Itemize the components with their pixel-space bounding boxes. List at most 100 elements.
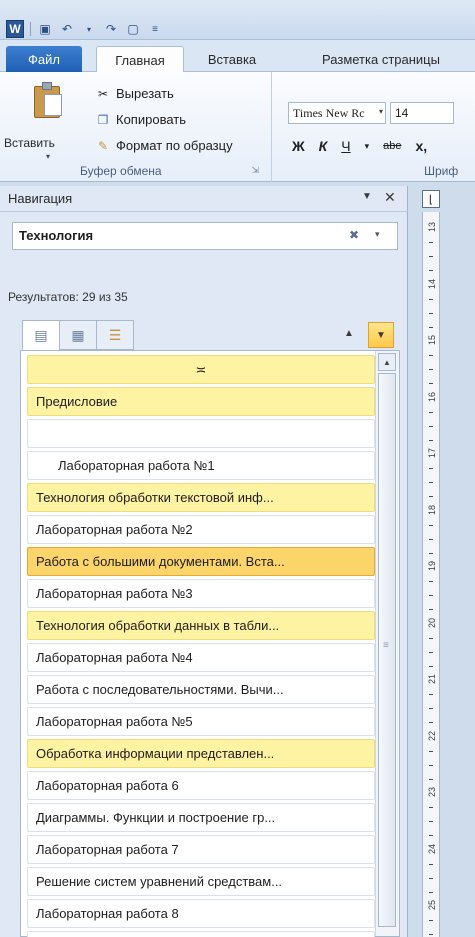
ruler-tick — [429, 637, 433, 639]
ruler-tick — [429, 355, 433, 357]
redo-icon[interactable]: ↷ — [103, 21, 119, 37]
copy-label: Копировать — [116, 112, 186, 127]
heading-item[interactable]: Решение систем уравнений средствам... — [27, 867, 375, 896]
ruler-tick — [429, 708, 433, 710]
paste-icon[interactable] — [34, 82, 64, 118]
search-query: Технология — [19, 228, 94, 243]
search-options-icon[interactable]: ▾ — [375, 229, 380, 240]
ruler-tick — [429, 694, 433, 696]
ruler-tick — [429, 312, 433, 314]
customize-toolbar-icon[interactable]: ≡ — [147, 21, 163, 37]
title-bar: W ▣ ↶ ▾ ↷ ▢ ≡ — [0, 0, 475, 40]
underline-button[interactable]: Ч — [341, 138, 350, 154]
close-icon[interactable]: ✕ — [384, 189, 396, 206]
heading-item[interactable]: Предисловие — [27, 387, 375, 416]
dialog-launcher-icon[interactable]: ⇲ — [251, 165, 259, 176]
underline-dropdown-icon[interactable]: ▾ — [365, 141, 370, 152]
next-result-icon[interactable]: ▼ — [368, 322, 394, 348]
heading-item[interactable]: Лабораторная работа №2 — [27, 515, 375, 544]
nav-search-input[interactable]: Технология ✖ ▾ — [12, 222, 398, 250]
tab-file[interactable]: Файл — [6, 46, 82, 72]
vertical-ruler: ⌊ 13 14 15 16 17 18 19 20 21 22 23 24 25 — [410, 186, 475, 937]
heading-item[interactable]: Лабораторная работа 6 — [27, 771, 375, 800]
ruler-tick — [429, 256, 433, 258]
cut-button[interactable]: ✂ Вырезать — [96, 86, 174, 101]
tab-selector-icon[interactable]: ⌊ — [422, 190, 440, 208]
heading-item[interactable]: ≍ — [27, 355, 375, 384]
pages-icon: ▦ — [71, 326, 85, 343]
tab-insert[interactable]: Вставка — [196, 46, 268, 72]
paste-dropdown-icon[interactable]: ▾ — [46, 152, 50, 161]
separator — [30, 22, 31, 36]
new-document-icon[interactable]: ▢ — [125, 21, 141, 37]
ruler-tick — [429, 651, 433, 653]
strikethrough-button[interactable]: abe — [383, 140, 401, 152]
heading-item[interactable]: Обработка информации представлен... — [27, 739, 375, 768]
ruler-tick — [429, 538, 433, 540]
ruler-tick — [429, 891, 433, 893]
word-app-icon[interactable]: W — [6, 20, 24, 38]
format-painter-button[interactable]: ✎ Формат по образцу — [96, 138, 233, 153]
undo-icon[interactable]: ↶ — [59, 21, 75, 37]
subscript-button[interactable]: x, — [416, 138, 428, 154]
ruler-tick — [429, 369, 433, 371]
ruler-tick — [429, 665, 433, 667]
heading-item[interactable]: Лабораторная работа №5 — [27, 707, 375, 736]
save-icon[interactable]: ▣ — [37, 21, 53, 37]
scroll-up-icon[interactable]: ▲ — [378, 353, 396, 371]
heading-item[interactable]: Работа с большими документами. Вста... — [27, 547, 375, 576]
previous-result-icon[interactable]: ▲ — [344, 328, 354, 339]
heading-item[interactable]: Технология обработки данных в табли... — [27, 611, 375, 640]
brush-icon: ✎ — [97, 138, 109, 153]
heading-item[interactable]: Лабораторная работа №1 — [27, 451, 375, 480]
ruler-number: 19 — [427, 561, 437, 572]
ruler-tick — [429, 524, 433, 526]
font-name-value: Times New Rc — [293, 106, 365, 120]
heading-item[interactable]: Технология обработки текстовой инф... — [27, 483, 375, 512]
ruler-tick — [429, 750, 433, 752]
results-icon: ☰ — [108, 326, 122, 343]
tab-results[interactable]: ☰ — [96, 320, 134, 350]
ruler-tick — [429, 468, 433, 470]
undo-dropdown-icon[interactable]: ▾ — [81, 21, 97, 37]
ruler-tick — [429, 920, 433, 922]
view-tabs: ▤ ▦ ☰ — [22, 320, 140, 350]
heading-item[interactable]: Лабораторная работа №4 — [27, 643, 375, 672]
heading-item[interactable]: Лабораторная работа 7 — [27, 835, 375, 864]
ribbon: Вставить ▾ ✂ Вырезать ❐ Копировать ✎ Фор… — [0, 72, 475, 182]
ruler-tick — [429, 242, 433, 244]
headings-list: ≍ Предисловие Лабораторная работа №1 Технол… — [20, 350, 400, 937]
ruler-strip: 13 14 15 16 17 18 19 20 21 22 23 24 25 — [422, 212, 440, 937]
pane-menu-icon[interactable]: ▼ — [362, 191, 372, 202]
ruler-tick — [429, 764, 433, 766]
tab-pages[interactable]: ▦ — [59, 320, 97, 350]
clear-search-icon[interactable]: ✖ — [349, 228, 359, 242]
results-count: Результатов: 29 из 35 — [8, 290, 128, 304]
ruler-tick — [429, 270, 433, 272]
nav-title: Навигация — [8, 191, 73, 206]
tab-home[interactable]: Главная — [96, 46, 184, 73]
ruler-tick — [429, 552, 433, 554]
scroll-thumb[interactable]: ≡ — [378, 373, 396, 927]
copy-button[interactable]: ❐ Копировать — [96, 112, 186, 127]
heading-item[interactable] — [27, 419, 375, 448]
chevron-down-icon[interactable]: ▾ — [379, 107, 383, 116]
heading-item[interactable]: Лабораторная работа №3 — [27, 579, 375, 608]
vertical-scrollbar[interactable]: ▲ ≡ — [375, 351, 399, 936]
bold-button[interactable]: Ж — [292, 138, 305, 154]
quick-access-toolbar: W ▣ ↶ ▾ ↷ ▢ ≡ — [6, 20, 163, 38]
tab-headings[interactable]: ▤ — [22, 320, 60, 350]
navigation-pane: Навигация ▼ ✕ Технология ✖ ▾ Результатов… — [0, 186, 408, 937]
heading-item[interactable]: Работа с последовательностями. Вычи... — [27, 675, 375, 704]
heading-item[interactable]: Лабораторная работа 8 — [27, 899, 375, 928]
font-size-field[interactable]: 14 — [390, 102, 454, 124]
tab-page-layout[interactable]: Разметка страницы — [296, 46, 466, 72]
ruler-tick — [429, 934, 433, 936]
paste-button[interactable]: Вставить — [4, 136, 55, 150]
scissors-icon: ✂ — [97, 86, 109, 101]
ruler-number: 23 — [427, 787, 437, 798]
heading-item[interactable]: Диаграммы. Функции и построение гр... — [27, 803, 375, 832]
italic-button[interactable]: К — [319, 138, 328, 154]
font-name-field[interactable]: Times New Rc ▾ — [288, 102, 386, 124]
heading-item[interactable]: Решение задач оптимизации средства... — [27, 931, 375, 937]
